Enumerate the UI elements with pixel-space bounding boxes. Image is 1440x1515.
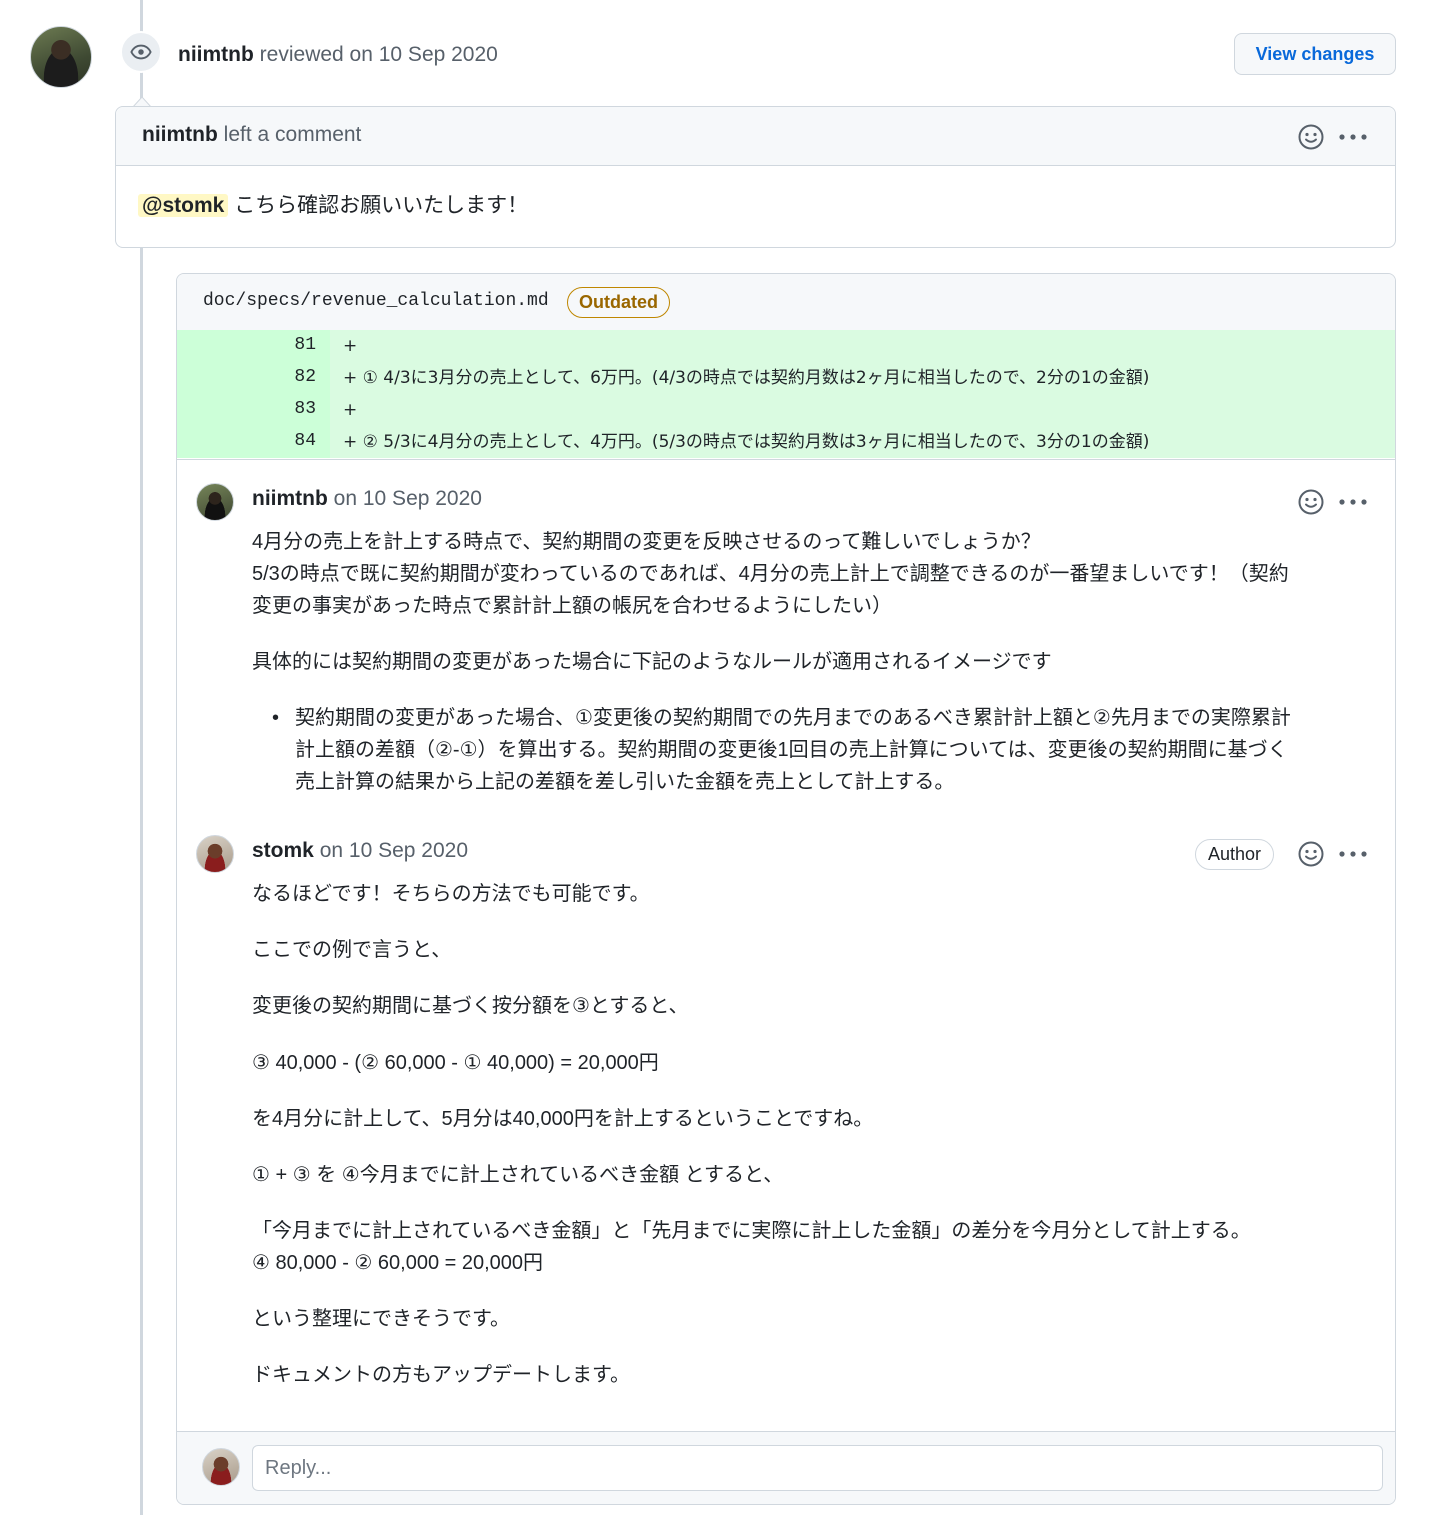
review-comment-title: niimtnb left a comment — [142, 123, 361, 147]
comment-action: left a comment — [223, 123, 362, 146]
diff-line: 81 + — [177, 330, 1395, 362]
review-event-badge — [120, 31, 162, 73]
diff-code: + — [343, 336, 358, 356]
review-comment-box: niimtnb left a comment @stomk こちら確認お願いいた… — [115, 106, 1396, 248]
comment-text: ④ 80,000 - ② 60,000 = 20,000円 — [252, 1252, 544, 1274]
reply-input[interactable] — [252, 1445, 1383, 1491]
list-item: 売上計算の結果から上記の差額を差し引いた金額を売上として計上する。 — [295, 771, 955, 793]
smiley-icon[interactable] — [1297, 123, 1325, 151]
user-mention[interactable]: @stomk — [138, 194, 229, 217]
diff-line: 83 + — [177, 394, 1395, 426]
diff-hunk: 81 + 82 + ① 4/3に3月分の売上として、6万円。(4/3の時点では契… — [177, 330, 1395, 458]
comment-text: 5/3の時点で既に契約期間が変わっているのであれば、4月分の売上計上で調整できる… — [252, 563, 1289, 585]
comment-body: 4月分の売上を計上する時点で、契約期間の変更を反映させるのって難しいでしょうか？… — [252, 526, 1291, 798]
review-header: niimtnb reviewed on 10 Sep 2020 — [178, 40, 498, 70]
file-path[interactable]: doc/specs/revenue_calculation.md — [203, 291, 549, 311]
reply-area — [177, 1431, 1395, 1504]
kebab-menu-icon[interactable] — [1338, 849, 1368, 859]
diff-code: + ② 5/3に4月分の売上として、4万円。(5/3の時点では契約月数は3ヶ月に… — [343, 432, 1150, 452]
comment-text: ここでの例で言うと、 — [252, 939, 452, 961]
bullet-list: • 契約期間の変更があった場合、①変更後の契約期間での先月までのあるべき累計計上… — [252, 702, 1291, 798]
file-header: doc/specs/revenue_calculation.md Outdate… — [177, 274, 1395, 330]
comment-text: ドキュメントの方もアップデートします。 — [252, 1364, 630, 1386]
avatar[interactable] — [196, 483, 234, 521]
comment-author[interactable]: niimtnb — [252, 487, 328, 510]
review-comment-text: こちら確認お願いいたします！ — [234, 194, 529, 217]
kebab-menu-icon[interactable] — [1338, 132, 1368, 142]
comment-body: なるほどです！そちらの方法でも可能です。 ここでの例で言うと、 変更後の契約期間… — [252, 878, 1251, 1391]
bullet-marker: • — [272, 707, 280, 729]
comment-date[interactable]: on 10 Sep 2020 — [334, 487, 482, 510]
comment-author[interactable]: stomk — [252, 839, 314, 862]
review-action: reviewed on 10 Sep 2020 — [259, 43, 498, 66]
line-number[interactable]: 83 — [177, 394, 330, 426]
diff-code: + ① 4/3に3月分の売上として、6万円。(4/3の時点では契約月数は2ヶ月に… — [343, 368, 1150, 388]
reviewer-avatar[interactable] — [30, 26, 92, 88]
comment-text: 具体的には契約期間の変更があった場合に下記のようなルールが適用されるイメージです — [252, 651, 1052, 673]
line-number[interactable]: 81 — [177, 330, 330, 362]
comment-text: という整理にできそうです。 — [252, 1308, 510, 1330]
list-item: 計上額の差額（②-①）を算出する。契約期間の変更後1回目の売上計算については、変… — [295, 739, 1288, 761]
reviewer-name[interactable]: niimtnb — [178, 43, 254, 66]
comment-author[interactable]: niimtnb — [142, 123, 218, 146]
divider — [177, 459, 1395, 460]
comment-text: を4月分に計上して、5月分は40,000円を計上するということですね。 — [252, 1108, 874, 1130]
list-item: 契約期間の変更があった場合、①変更後の契約期間での先月までのあるべき累計計上額と… — [295, 707, 1291, 729]
comment-header: stomk on 10 Sep 2020 — [252, 839, 468, 863]
comment-text: 変更の事実があった時点で累計計上額の帳尻を合わせるようにしたい） — [252, 595, 892, 617]
line-number[interactable]: 84 — [177, 426, 330, 458]
eye-icon — [130, 44, 152, 60]
review-comment-body: @stomk こちら確認お願いいたします！ — [138, 189, 528, 219]
view-changes-button[interactable]: View changes — [1234, 33, 1396, 75]
review-comment-header: niimtnb left a comment — [116, 107, 1395, 166]
comment-text: なるほどです！そちらの方法でも可能です。 — [252, 883, 650, 905]
diff-line: 82 + ① 4/3に3月分の売上として、6万円。(4/3の時点では契約月数は2… — [177, 362, 1395, 394]
comment-header: niimtnb on 10 Sep 2020 — [252, 487, 482, 511]
kebab-menu-icon[interactable] — [1338, 497, 1368, 507]
line-number[interactable]: 82 — [177, 362, 330, 394]
comment-text: ③ 40,000 - (② 60,000 - ① 40,000) = 20,00… — [252, 1052, 659, 1074]
smiley-icon[interactable] — [1297, 488, 1325, 516]
comment-date[interactable]: on 10 Sep 2020 — [320, 839, 468, 862]
avatar — [202, 1448, 240, 1486]
comment-text: 変更後の契約期間に基づく按分額を③とすると、 — [252, 995, 689, 1017]
diff-line: 84 + ② 5/3に4月分の売上として、4万円。(5/3の時点では契約月数は3… — [177, 426, 1395, 458]
outdated-badge: Outdated — [567, 287, 670, 318]
comment-text: 4月分の売上を計上する時点で、契約期間の変更を反映させるのって難しいでしょうか？ — [252, 531, 1041, 553]
diff-code: + — [343, 400, 358, 420]
review-thread: doc/specs/revenue_calculation.md Outdate… — [176, 273, 1396, 1505]
author-badge: Author — [1195, 839, 1275, 870]
avatar[interactable] — [196, 835, 234, 873]
comment-text: 「今月までに計上されているべき金額」と「先月までに実際に計上した金額」の差分を今… — [252, 1220, 1251, 1242]
smiley-icon[interactable] — [1297, 840, 1325, 868]
comment-text: ① + ③ を ④今月までに計上されているべき金額 とすると、 — [252, 1164, 784, 1186]
